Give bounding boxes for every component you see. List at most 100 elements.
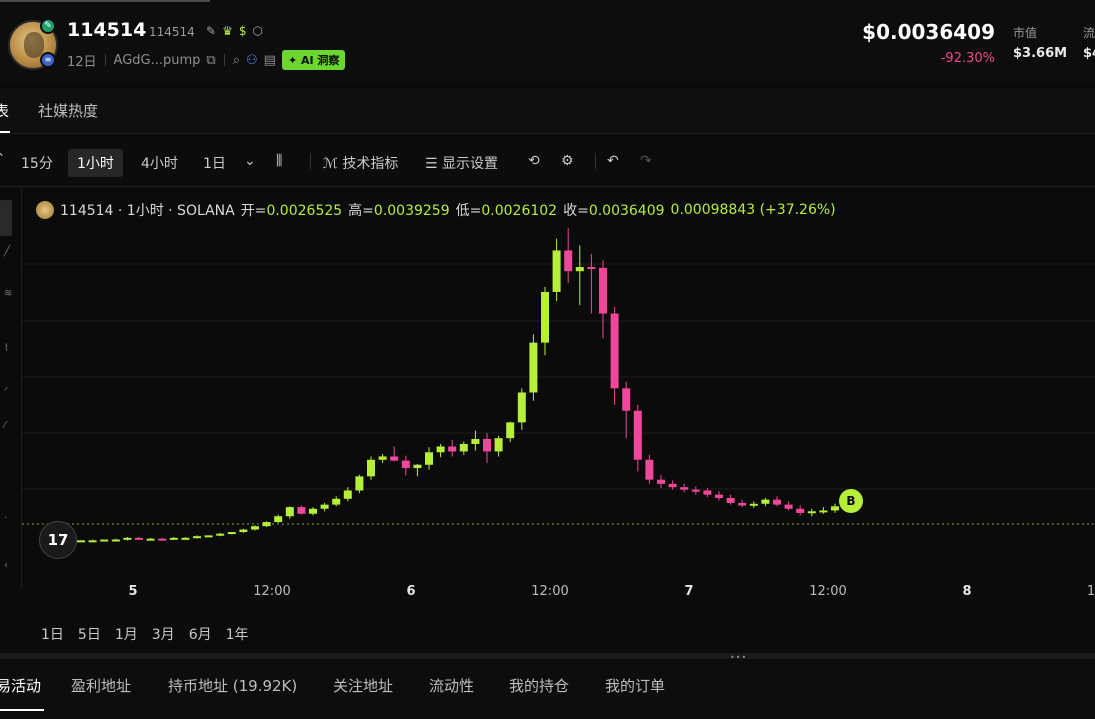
- candle-body: [517, 392, 526, 423]
- zoom-tool-icon[interactable]: ·: [4, 513, 7, 524]
- tab-chart[interactable]: 表: [0, 100, 9, 121]
- liquidity-label: 流: [1083, 26, 1095, 40]
- collapse-icon[interactable]: ‹: [4, 560, 8, 571]
- candle-body: [158, 538, 167, 541]
- list-icon: ☰: [425, 156, 438, 172]
- candle-body: [529, 342, 538, 393]
- high-value: 0.0039259: [373, 203, 450, 219]
- x-tick: 7: [684, 584, 694, 599]
- copy-icon[interactable]: ⧉: [206, 53, 215, 68]
- edit-badge-icon[interactable]: ✎: [40, 18, 56, 34]
- x-tick: 1: [1086, 584, 1095, 599]
- range-6m[interactable]: 6月: [189, 624, 212, 644]
- card-icon[interactable]: ▤: [264, 53, 276, 68]
- chef-hat-icon[interactable]: ♛: [222, 24, 233, 38]
- display-settings-label: 显示设置: [442, 156, 499, 172]
- ai-insight-label: AI 洞察: [301, 54, 340, 67]
- interval-4h[interactable]: 4小时: [141, 153, 178, 173]
- measure-tool-icon[interactable]: ⁄: [4, 420, 6, 431]
- candle-body: [251, 526, 259, 530]
- candle-body: [262, 522, 271, 527]
- gear-icon[interactable]: ⚙: [561, 153, 574, 169]
- money-bag-icon[interactable]: $: [239, 24, 247, 38]
- candle-body: [633, 410, 642, 460]
- tab-social[interactable]: 社媒热度: [38, 100, 98, 121]
- candle-body: [657, 479, 665, 484]
- candle-body: [831, 506, 839, 511]
- chevron-down-icon[interactable]: ⌄: [244, 153, 256, 169]
- token-coin-icon: [36, 201, 54, 219]
- price-chart[interactable]: 114514 · 1小时 · SOLANA 开=0.0026525 高=0.00…: [22, 188, 1095, 653]
- candle-body: [761, 499, 770, 504]
- tab-liquidity[interactable]: 流动性: [429, 675, 474, 696]
- candle-body: [541, 291, 549, 343]
- divider: [310, 153, 311, 169]
- interval-1d[interactable]: 1日: [203, 153, 226, 173]
- range-1m[interactable]: 1月: [115, 624, 138, 644]
- tab-my-positions[interactable]: 我的持仓: [509, 675, 569, 696]
- candle-body: [587, 267, 596, 270]
- market-cap-value: $3.66M: [1013, 46, 1068, 61]
- buy-marker[interactable]: B: [839, 489, 863, 513]
- interval-15m[interactable]: 15分: [21, 153, 53, 173]
- low-value: 0.0026102: [481, 203, 558, 219]
- ai-insight-button[interactable]: ✦ AI 洞察: [281, 50, 346, 70]
- text-tool-icon[interactable]: ᐟ: [4, 386, 8, 397]
- chart-toolbar: ˆ 15分 1小时 4小时 1日 ⌄ ⫼ ℳ 技术指标 ☰ 显示设置 ⟲ ⚙ ↶…: [0, 135, 1095, 187]
- candle-body: [715, 494, 723, 498]
- candle-body: [227, 532, 236, 535]
- token-age: 12日: [67, 54, 97, 70]
- candle-body: [309, 508, 317, 514]
- range-1d[interactable]: 1日: [41, 624, 64, 644]
- range-5d[interactable]: 5日: [78, 624, 101, 644]
- crosshair-tool[interactable]: [0, 200, 12, 236]
- replay-icon[interactable]: ⟲: [528, 153, 540, 169]
- x-tick: 6: [406, 584, 416, 599]
- app-root: ✎ ≡ 114514 114514 ✎ ♛ $ ⬡ 12日 AGdG...pum…: [0, 0, 1095, 719]
- tab-holders[interactable]: 持币地址 (19.92K): [168, 675, 297, 696]
- search-icon[interactable]: ⌕: [233, 53, 240, 68]
- range-1y[interactable]: 1年: [226, 624, 249, 644]
- close-value: 0.0036409: [588, 203, 665, 219]
- token-address[interactable]: AGdG...pump: [114, 53, 201, 68]
- candle-body: [123, 537, 132, 540]
- high-label: 高=: [348, 203, 374, 219]
- token-price: $0.0036409: [862, 20, 995, 44]
- candle-body: [378, 456, 387, 460]
- indicators-button[interactable]: ℳ 技术指标: [323, 153, 398, 173]
- fib-tool-icon[interactable]: ≋: [4, 288, 12, 299]
- candle-body: [367, 459, 375, 477]
- candle-body: [552, 250, 561, 292]
- person-icon[interactable]: ⚇: [246, 53, 258, 68]
- divider: [595, 153, 596, 169]
- candle-body: [204, 535, 213, 538]
- tab-profit-addresses[interactable]: 盈利地址: [71, 675, 131, 696]
- cube-icon[interactable]: ⬡: [252, 24, 262, 38]
- candle-body: [425, 452, 433, 465]
- token-icons: ✎ ♛ $ ⬡: [206, 24, 263, 38]
- indicators-icon: ℳ: [323, 156, 338, 172]
- range-3m[interactable]: 3月: [152, 624, 175, 644]
- candle-body: [401, 460, 410, 469]
- candle-body: [332, 498, 341, 505]
- display-settings-button[interactable]: ☰ 显示设置: [425, 153, 498, 173]
- candle-type-icon[interactable]: ⫼: [276, 153, 282, 169]
- edit-icon[interactable]: ✎: [206, 24, 216, 38]
- interval-1h[interactable]: 1小时: [68, 149, 123, 177]
- chevron-up-icon[interactable]: ˆ: [0, 153, 4, 169]
- candle-body: [471, 438, 480, 444]
- candle-body: [413, 464, 422, 469]
- brush-tool-icon[interactable]: ⌇: [4, 343, 9, 354]
- candle-body: [773, 499, 781, 505]
- undo-icon[interactable]: ↶: [607, 153, 619, 169]
- x-tick: 8: [962, 584, 972, 599]
- tab-watched-addresses[interactable]: 关注地址: [333, 675, 393, 696]
- candle-body: [111, 539, 120, 542]
- tradingview-logo[interactable]: 17: [39, 521, 77, 559]
- candle-body: [610, 313, 619, 389]
- candle-body: [216, 533, 225, 536]
- trendline-tool-icon[interactable]: ╱: [4, 246, 10, 257]
- redo-icon[interactable]: ↷: [640, 153, 652, 169]
- tab-activity[interactable]: 易活动: [0, 675, 41, 696]
- tab-my-orders[interactable]: 我的订单: [605, 675, 665, 696]
